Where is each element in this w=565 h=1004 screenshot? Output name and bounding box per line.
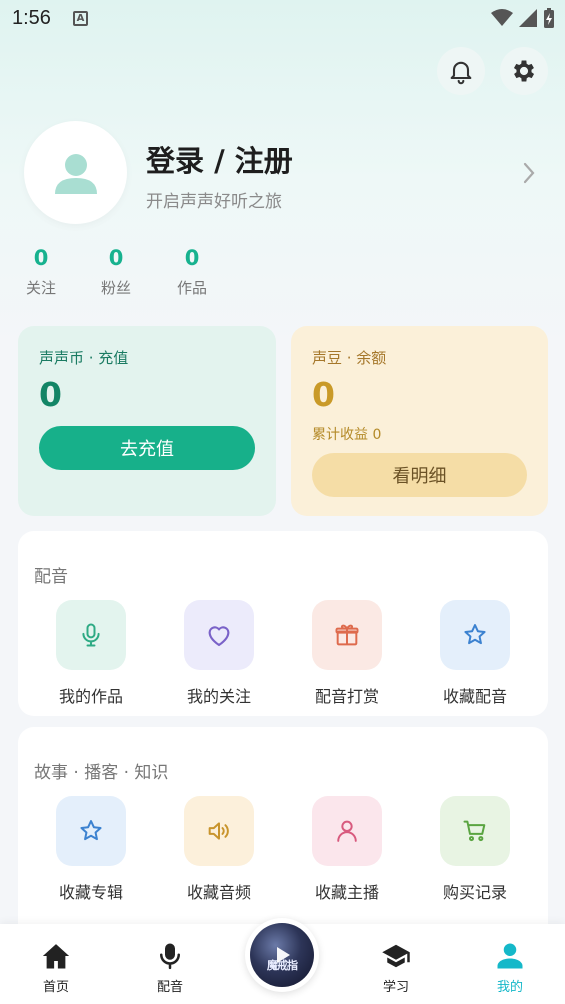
tile-icon-bg bbox=[56, 600, 126, 670]
tab-learning[interactable]: 学习 bbox=[356, 924, 436, 1004]
dubbing-section: 配音 我的作品 我的关注 配音打赏 收藏配音 bbox=[18, 531, 548, 716]
person-icon bbox=[497, 943, 523, 969]
home-icon bbox=[42, 944, 70, 969]
story-podcast-knowledge-section: 故事 · 播客 · 知识 收藏专辑 收藏音频 收藏主播 购买记录 bbox=[18, 727, 548, 947]
tile-icon-bg bbox=[312, 600, 382, 670]
tile-my-works[interactable]: 我的作品 bbox=[36, 600, 146, 707]
gear-icon bbox=[513, 60, 535, 82]
view-details-button[interactable]: 看明细 bbox=[312, 453, 527, 497]
recharge-button[interactable]: 去充值 bbox=[39, 426, 255, 470]
stat-label: 粉丝 bbox=[100, 279, 131, 297]
tile-label: 收藏主播 bbox=[314, 883, 379, 902]
stat-label: 关注 bbox=[25, 279, 56, 297]
tile-favorite-audio[interactable]: 收藏音频 bbox=[164, 796, 274, 903]
section-title: 配音 bbox=[34, 567, 68, 587]
microphone-icon bbox=[82, 623, 100, 647]
star-icon bbox=[464, 624, 486, 645]
album-cover: 魔戒指 bbox=[250, 923, 314, 987]
bean-card-label: 声豆 · 余额 bbox=[312, 349, 387, 367]
notification-button[interactable] bbox=[437, 47, 485, 95]
stat-following[interactable]: 0 关注 bbox=[16, 245, 66, 298]
tile-icon-bg bbox=[184, 796, 254, 866]
login-register-link[interactable]: 登录 / 注册 bbox=[146, 138, 293, 180]
section-title: 故事 · 播客 · 知识 bbox=[34, 763, 169, 783]
signal-icon bbox=[519, 9, 537, 27]
battery-icon bbox=[544, 8, 554, 28]
cart-icon bbox=[463, 820, 486, 842]
bean-balance: 0 bbox=[312, 375, 335, 414]
tile-icon-bg bbox=[56, 796, 126, 866]
tile-label: 我的关注 bbox=[186, 687, 251, 706]
tile-favorite-dubbing[interactable]: 收藏配音 bbox=[420, 600, 530, 707]
bell-icon bbox=[450, 61, 472, 85]
heart-icon bbox=[208, 626, 230, 647]
status-time: 1:56 bbox=[12, 7, 51, 29]
tab-label: 学习 bbox=[382, 980, 409, 995]
settings-button[interactable] bbox=[500, 47, 548, 95]
stat-label: 作品 bbox=[176, 279, 207, 297]
coin-card-label: 声声币 · 充值 bbox=[39, 349, 129, 367]
gift-icon bbox=[335, 624, 359, 646]
status-icons bbox=[491, 8, 555, 28]
tile-label: 配音打赏 bbox=[314, 687, 379, 706]
chevron-right-icon[interactable] bbox=[520, 160, 538, 186]
tab-label: 首页 bbox=[42, 980, 69, 995]
status-bar: 1:56 A bbox=[0, 0, 565, 40]
stat-followers[interactable]: 0 粉丝 bbox=[91, 245, 141, 298]
person-icon bbox=[337, 820, 357, 842]
profile-subtitle: 开启声声好听之旅 bbox=[146, 192, 282, 212]
wifi-icon bbox=[491, 9, 513, 26]
microphone-icon bbox=[160, 943, 180, 970]
star-icon bbox=[80, 820, 102, 841]
user-placeholder-icon bbox=[54, 153, 97, 194]
tile-purchase-history[interactable]: 购买记录 bbox=[420, 796, 530, 903]
tile-icon-bg bbox=[184, 600, 254, 670]
tile-label: 收藏音频 bbox=[186, 883, 251, 902]
tile-icon-bg bbox=[312, 796, 382, 866]
bean-card: 声豆 · 余额 0 累计收益 0 看明细 bbox=[291, 326, 548, 516]
tile-my-following[interactable]: 我的关注 bbox=[164, 600, 274, 707]
tile-favorite-albums[interactable]: 收藏专辑 bbox=[36, 796, 146, 903]
tab-home[interactable]: 首页 bbox=[16, 924, 96, 1004]
accumulated-earnings: 累计收益 0 bbox=[312, 427, 382, 443]
text-notification-icon: A bbox=[73, 11, 88, 26]
coin-card: 声声币 · 充值 0 去充值 bbox=[18, 326, 276, 516]
now-playing-button[interactable]: 魔戒指 bbox=[245, 918, 319, 992]
coin-balance: 0 bbox=[39, 375, 62, 414]
tile-icon-bg bbox=[440, 600, 510, 670]
tile-favorite-hosts[interactable]: 收藏主播 bbox=[292, 796, 402, 903]
play-icon bbox=[277, 947, 290, 963]
avatar[interactable] bbox=[24, 121, 127, 224]
stat-works[interactable]: 0 作品 bbox=[167, 245, 217, 298]
stat-value: 0 bbox=[184, 246, 200, 270]
tab-dubbing[interactable]: 配音 bbox=[130, 924, 210, 1004]
tile-label: 我的作品 bbox=[58, 687, 123, 706]
tile-label: 购买记录 bbox=[442, 883, 507, 902]
tile-dubbing-reward[interactable]: 配音打赏 bbox=[292, 600, 402, 707]
tile-icon-bg bbox=[440, 796, 510, 866]
stat-value: 0 bbox=[33, 246, 49, 270]
stat-value: 0 bbox=[108, 246, 124, 270]
graduation-cap-icon bbox=[382, 944, 410, 968]
tab-label: 我的 bbox=[496, 980, 523, 995]
tab-mine[interactable]: 我的 bbox=[470, 924, 550, 1004]
speaker-icon bbox=[208, 822, 229, 840]
tile-label: 收藏配音 bbox=[442, 687, 507, 706]
tab-label: 配音 bbox=[156, 980, 183, 995]
tile-label: 收藏专辑 bbox=[58, 883, 123, 902]
